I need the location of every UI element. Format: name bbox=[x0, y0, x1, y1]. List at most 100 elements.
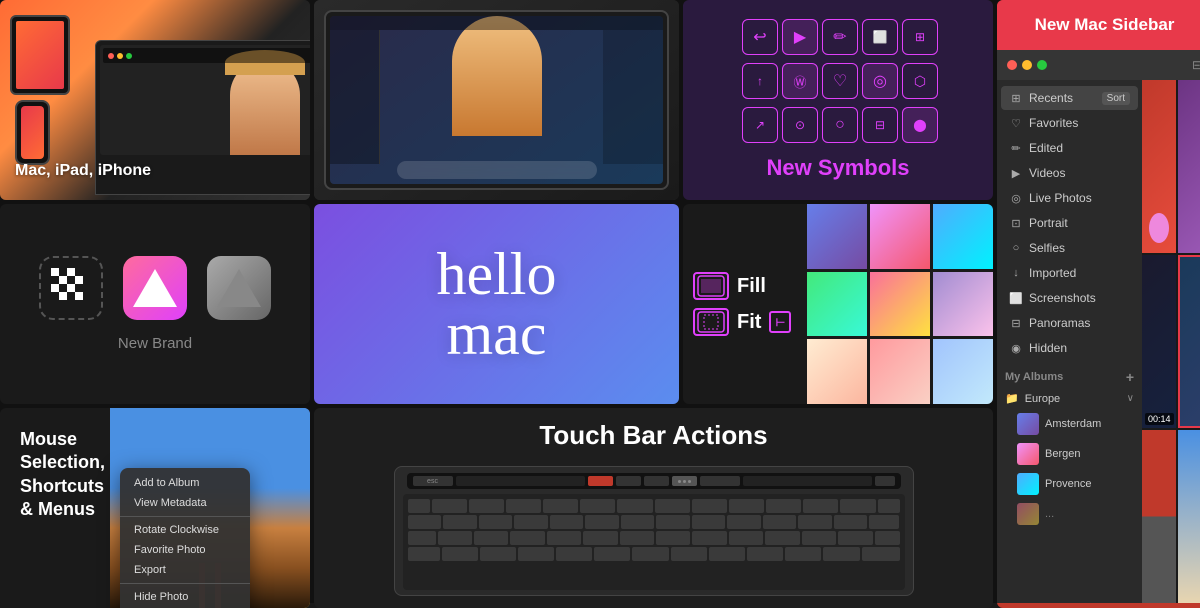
sidebar-item-favorites[interactable]: ♡ Favorites bbox=[1001, 111, 1138, 135]
window-minimize-btn[interactable] bbox=[1022, 60, 1032, 70]
key-f6[interactable] bbox=[617, 499, 652, 513]
fit-icon bbox=[693, 308, 729, 336]
key-tab[interactable] bbox=[408, 531, 436, 545]
key-backtick[interactable] bbox=[408, 515, 442, 529]
sidebar-item-edited[interactable]: ✏ Edited bbox=[1001, 136, 1138, 160]
key-f3[interactable] bbox=[506, 499, 541, 513]
key-l[interactable] bbox=[747, 547, 783, 561]
sort-button[interactable]: Sort bbox=[1102, 92, 1130, 105]
symbol-14: ⊟ bbox=[862, 107, 898, 143]
key-d[interactable] bbox=[518, 547, 554, 561]
symbol-15: ⬤ bbox=[902, 107, 938, 143]
key-0[interactable] bbox=[763, 515, 797, 529]
tb-btn-2[interactable] bbox=[644, 476, 669, 486]
tb-btn-red[interactable] bbox=[588, 476, 613, 486]
key-g[interactable] bbox=[594, 547, 630, 561]
key-backslash[interactable] bbox=[875, 531, 900, 545]
key-f11[interactable] bbox=[803, 499, 838, 513]
key-f4[interactable] bbox=[543, 499, 578, 513]
sidebar-item-hidden[interactable]: ◉ Hidden bbox=[1001, 336, 1138, 360]
key-semicolon[interactable] bbox=[785, 547, 821, 561]
album-bergen[interactable]: Bergen bbox=[997, 439, 1142, 469]
tb-btn-3[interactable] bbox=[672, 476, 697, 486]
context-hide[interactable]: Hide Photo bbox=[120, 587, 250, 607]
fill-svg bbox=[697, 275, 725, 297]
key-f1[interactable] bbox=[432, 499, 467, 513]
key-minus[interactable] bbox=[798, 515, 832, 529]
key-backspace[interactable] bbox=[869, 515, 899, 529]
window-maximize-btn[interactable] bbox=[1037, 60, 1047, 70]
album-fourth[interactable]: ... bbox=[997, 499, 1142, 529]
key-caps[interactable] bbox=[408, 547, 440, 561]
tb-btn-4[interactable] bbox=[700, 476, 740, 486]
context-add-album[interactable]: Add to Album bbox=[120, 473, 250, 493]
hello-text: hello bbox=[437, 244, 557, 304]
sidebar-item-screenshots[interactable]: ⬜ Screenshots bbox=[1001, 286, 1138, 310]
tb-siri[interactable] bbox=[875, 476, 895, 486]
hidden-label: Hidden bbox=[1029, 341, 1067, 355]
key-4[interactable] bbox=[550, 515, 584, 529]
key-a[interactable] bbox=[442, 547, 478, 561]
sidebar-item-selfies[interactable]: ○ Selfies bbox=[1001, 236, 1138, 260]
key-7[interactable] bbox=[656, 515, 690, 529]
key-5[interactable] bbox=[585, 515, 619, 529]
key-1[interactable] bbox=[443, 515, 477, 529]
key-f5[interactable] bbox=[580, 499, 615, 513]
key-i[interactable] bbox=[692, 531, 726, 545]
sidebar-item-recents[interactable]: ⊞ Recents Sort bbox=[1001, 86, 1138, 110]
key-f2[interactable] bbox=[469, 499, 504, 513]
key-u[interactable] bbox=[656, 531, 690, 545]
key-e[interactable] bbox=[510, 531, 544, 545]
key-y[interactable] bbox=[620, 531, 654, 545]
context-rotate[interactable]: Rotate Clockwise bbox=[120, 520, 250, 540]
sidebar-item-videos[interactable]: ▶ Videos bbox=[1001, 161, 1138, 185]
key-f12[interactable] bbox=[840, 499, 875, 513]
key-f7[interactable] bbox=[655, 499, 690, 513]
key-2[interactable] bbox=[479, 515, 513, 529]
key-j[interactable] bbox=[671, 547, 707, 561]
context-view-metadata[interactable]: View Metadata bbox=[120, 493, 250, 513]
tb-btn-1[interactable] bbox=[616, 476, 641, 486]
key-h[interactable] bbox=[632, 547, 668, 561]
symbol-13: ○ bbox=[822, 107, 858, 143]
key-return[interactable] bbox=[862, 547, 900, 561]
screenshots-icon: ⬜ bbox=[1009, 292, 1023, 305]
window-close-btn[interactable] bbox=[1007, 60, 1017, 70]
key-p[interactable] bbox=[765, 531, 799, 545]
sidebar-item-panoramas[interactable]: ⊟ Panoramas bbox=[1001, 311, 1138, 335]
key-rbracket[interactable] bbox=[838, 531, 872, 545]
context-favorite[interactable]: Favorite Photo bbox=[120, 540, 250, 560]
key-o[interactable] bbox=[729, 531, 763, 545]
key-f[interactable] bbox=[556, 547, 592, 561]
key-k[interactable] bbox=[709, 547, 745, 561]
key-6[interactable] bbox=[621, 515, 655, 529]
key-s[interactable] bbox=[480, 547, 516, 561]
key-lbracket[interactable] bbox=[802, 531, 836, 545]
key-f8[interactable] bbox=[692, 499, 727, 513]
add-album-icon[interactable]: + bbox=[1126, 369, 1134, 385]
sidebar-item-live-photos[interactable]: ◎ Live Photos bbox=[1001, 186, 1138, 210]
key-quote[interactable] bbox=[823, 547, 859, 561]
key-t[interactable] bbox=[583, 531, 617, 545]
key-f10[interactable] bbox=[766, 499, 801, 513]
album-europe[interactable]: 📁 Europe ∨ bbox=[997, 388, 1142, 409]
key-eq[interactable] bbox=[834, 515, 868, 529]
key-del[interactable] bbox=[878, 499, 900, 513]
key-esc[interactable] bbox=[408, 499, 430, 513]
album-amsterdam[interactable]: Amsterdam bbox=[997, 409, 1142, 439]
dither-svg bbox=[51, 268, 91, 308]
album-provence[interactable]: Provence bbox=[997, 469, 1142, 499]
key-f9[interactable] bbox=[729, 499, 764, 513]
sidebar-item-imported[interactable]: ↓ Imported bbox=[1001, 261, 1138, 285]
tb-esc[interactable]: esc bbox=[413, 476, 453, 486]
mac-devices-label: Mac, iPad, iPhone bbox=[15, 162, 151, 180]
sidebar-item-portrait[interactable]: ⊡ Portrait bbox=[1001, 211, 1138, 235]
context-export[interactable]: Export bbox=[120, 560, 250, 580]
key-8[interactable] bbox=[692, 515, 726, 529]
cell-new-brand: New Brand bbox=[0, 204, 310, 404]
key-3[interactable] bbox=[514, 515, 548, 529]
key-w[interactable] bbox=[474, 531, 508, 545]
key-9[interactable] bbox=[727, 515, 761, 529]
key-q[interactable] bbox=[438, 531, 472, 545]
key-r[interactable] bbox=[547, 531, 581, 545]
